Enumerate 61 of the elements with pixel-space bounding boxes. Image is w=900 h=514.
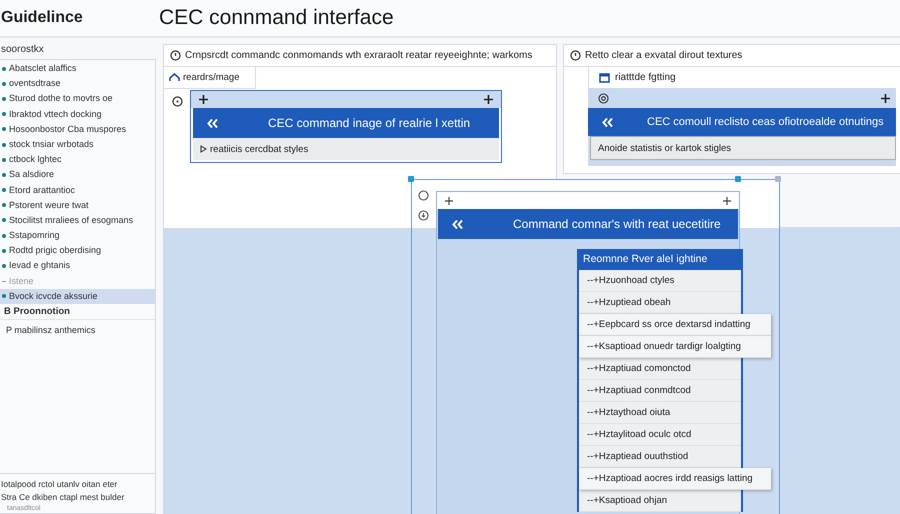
footer-text: Stra Ce dkiben ctapl mest bulder <box>1 491 126 504</box>
sidebar-item[interactable]: ctbock lghtec <box>0 152 155 168</box>
dropdown-item[interactable]: --+Eepbcard ss orce dextarsd indatting <box>579 314 771 336</box>
card-footer: Anoide statistis or kartok stigles <box>590 136 896 160</box>
resize-handle[interactable] <box>408 176 414 182</box>
sidebar-item[interactable]: oventsdtrase <box>0 76 155 92</box>
dropdown-item[interactable]: --+Hzuptiead obeah <box>579 292 741 314</box>
dropdown-item[interactable]: --+Ksaptioad onuedr tardigr loalgting <box>579 336 771 358</box>
sidebar-item[interactable]: stock tnsiar wrbotads <box>0 136 155 152</box>
plus-icon[interactable] <box>484 95 493 104</box>
sidebar-item[interactable]: Stocilitst mraliees of esogmans <box>0 212 155 228</box>
sidebar-item[interactable]: Sstapomring <box>0 228 155 244</box>
command-bar[interactable]: CEC comoull reclisto ceas ofiotroealde otnutings <box>588 108 896 136</box>
dropdown-item[interactable]: --+Hztaythoad oiuta <box>579 402 741 424</box>
window-icon <box>599 72 610 82</box>
sidebar-item[interactable]: Sa alsdiore <box>0 167 155 182</box>
sidebar-item[interactable]: Hosoonbostor Cba muspores <box>0 122 155 137</box>
sidebar-item[interactable]: Rodtd prigic oberdising <box>0 243 155 258</box>
circle-icon[interactable] <box>418 190 429 201</box>
dropdown-item[interactable]: --+Hzaptiuad conmdtcod <box>579 380 741 402</box>
sidebar-item[interactable]: B Proonnotion <box>0 304 155 320</box>
double-chevron-icon[interactable] <box>602 118 613 126</box>
sidebar-item[interactable]: Ibraktod vttech docking <box>0 106 155 122</box>
plus-icon[interactable] <box>881 94 890 102</box>
resize-handle[interactable] <box>775 176 781 182</box>
footer-label: reatiicis cercdbat styles <box>210 144 308 154</box>
sidebar-item[interactable]: Abatsclet alaffics <box>0 61 155 76</box>
dropdown-item[interactable]: --+Hztaylitoad oculc otcd <box>579 424 741 446</box>
sidebar-heading: soorostkx <box>0 43 45 57</box>
resize-handle[interactable] <box>735 176 741 182</box>
sidebar-item[interactable]: P mabilinsz anthemics <box>0 323 155 338</box>
download-icon[interactable] <box>418 210 429 221</box>
home-icon <box>169 73 180 82</box>
sidebar-item[interactable]: Pstorent weure twat <box>0 198 155 213</box>
command-bar[interactable]: Command comnar's with reat uecetitire <box>438 209 738 239</box>
triangle-icon <box>200 145 207 153</box>
double-chevron-icon[interactable] <box>452 220 463 228</box>
path-label[interactable]: reardrs/mage <box>183 72 240 83</box>
command-bar[interactable]: CEC command inage of realrie l xettin <box>193 108 499 138</box>
dropdown-item[interactable]: --+Ksaptioad ohjan <box>579 490 741 512</box>
path-label[interactable]: riatttde fgtting <box>615 72 676 83</box>
plus-icon[interactable] <box>199 95 208 104</box>
double-chevron-icon[interactable] <box>207 118 218 128</box>
plus-icon[interactable] <box>723 196 731 204</box>
dropdown-header[interactable]: Reomnne Rver aleI ightine <box>579 249 741 270</box>
sidebar-item[interactable]: Bvock icvcde akssurie <box>0 288 155 304</box>
app-title: Guidelince <box>0 9 84 27</box>
dropdown-item[interactable]: --+Hzaptioad aocres irdd reasigs latting <box>579 468 771 490</box>
footer-text: Iotalpood rctol utanlv oitan eter <box>1 478 118 491</box>
selection-frame[interactable] <box>411 179 780 514</box>
page-title: CEC connmand interface <box>159 6 394 30</box>
target-icon[interactable] <box>598 92 609 104</box>
panel-header: Retto clear a exvatal dirout textures <box>585 50 742 61</box>
sidebar-item[interactable]: Etord arattantioc <box>0 182 155 198</box>
sidebar-item[interactable]: Ievad e ghtanis <box>0 258 155 274</box>
plus-icon[interactable] <box>445 196 453 204</box>
panel-header: Crnpsrcdt commandc conmomands wth exraraolt reatar reyeeighnte; warkoms <box>185 50 532 61</box>
dropdown-item[interactable]: --+Hzaptiuad comonctod <box>579 358 741 380</box>
dropdown-item[interactable]: --+Hzuonhoad ctyles <box>579 270 741 292</box>
sidebar-item[interactable]: Sturod dothe to movtrs oe <box>0 91 155 107</box>
dropdown-item[interactable]: --+Hzaptiead ouuthstiod <box>579 446 741 468</box>
